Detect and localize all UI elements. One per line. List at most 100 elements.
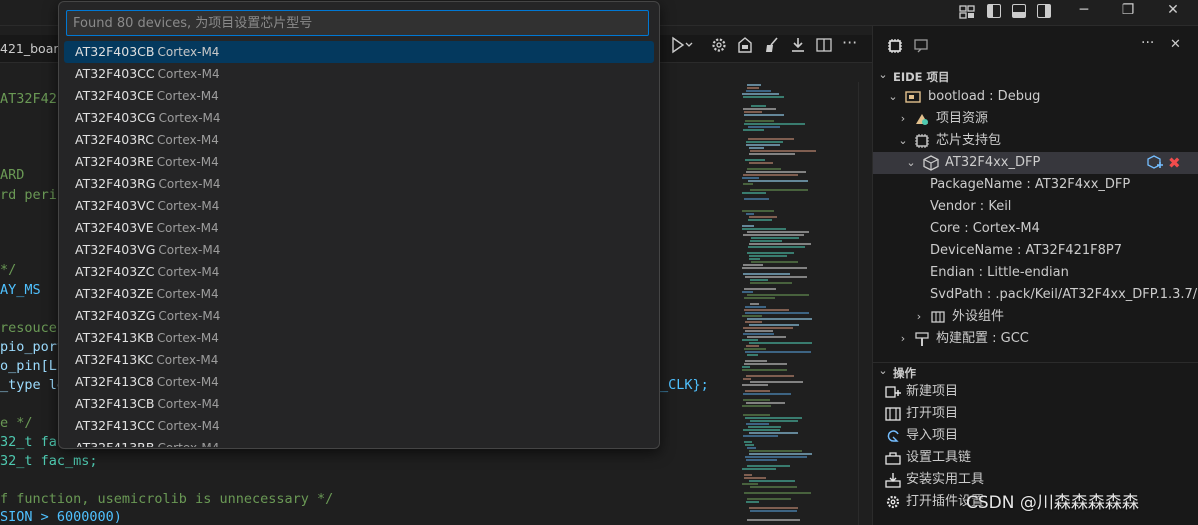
minimap-line — [747, 447, 756, 449]
device-list-item[interactable]: AT32F413CB Cortex-M4 — [64, 393, 654, 415]
device-list-item[interactable]: AT32F413CC Cortex-M4 — [64, 415, 654, 437]
device-list-scrollbar[interactable] — [651, 41, 659, 447]
op-import-project[interactable]: 导入项目 — [873, 425, 1198, 447]
minimap-line — [746, 171, 806, 173]
minimap-line — [746, 375, 794, 377]
more-actions-icon[interactable]: ··· — [842, 35, 860, 54]
device-search-input[interactable] — [66, 10, 649, 36]
eide-section-title[interactable]: EIDE 项目 — [893, 69, 950, 85]
device-name: AT32F403CE — [75, 88, 154, 103]
tree-project[interactable]: ⌄ bootload : Debug — [873, 86, 1198, 108]
minimap-line — [747, 87, 759, 89]
tree-chip-support[interactable]: ⌄ 芯片支持包 — [873, 130, 1198, 152]
build-icon[interactable] — [736, 36, 754, 54]
op-set-toolchain[interactable]: 设置工具链 — [873, 447, 1198, 469]
download-icon[interactable] — [789, 36, 807, 54]
minimap-line — [742, 468, 776, 470]
tree-vendor[interactable]: Vendor : Keil — [873, 196, 1198, 218]
device-list-item[interactable]: AT32F413KC Cortex-M4 — [64, 349, 654, 371]
device-list-item[interactable]: AT32F403CE Cortex-M4 — [64, 85, 654, 107]
device-list-item[interactable]: AT32F403RC Cortex-M4 — [64, 129, 654, 151]
tree-dfp[interactable]: ⌄ AT32F4xx_DFP ✖ — [873, 152, 1198, 174]
device-core: Cortex-M4 — [158, 177, 221, 191]
close-sidebar-icon[interactable]: ✕ — [1170, 37, 1181, 52]
tree-core[interactable]: Core : Cortex-M4 — [873, 218, 1198, 240]
hammer-icon — [914, 331, 930, 347]
install-package-icon[interactable] — [1147, 155, 1163, 171]
device-list-item[interactable]: AT32F403CG Cortex-M4 — [64, 107, 654, 129]
restore-icon[interactable]: ❐ — [1118, 2, 1138, 18]
chip-support-label: 芯片支持包 — [936, 133, 1002, 148]
delete-icon[interactable]: ✖ — [1168, 152, 1184, 172]
editor-scrollbar[interactable] — [858, 82, 872, 525]
device-core: Cortex-M4 — [157, 199, 220, 213]
run-debug-icon[interactable] — [671, 36, 693, 54]
minimap-line — [743, 327, 793, 329]
op-label: 新建项目 — [906, 384, 959, 399]
toggle-panel-icon[interactable] — [1012, 4, 1026, 18]
minimap-line — [744, 492, 811, 494]
endian-label: Endian : Little-endian — [930, 265, 1069, 280]
device-list-item[interactable]: AT32F403ZG Cortex-M4 — [64, 305, 654, 327]
chip-icon[interactable] — [886, 38, 904, 54]
section-divider — [873, 362, 1198, 363]
device-core: Cortex-M4 — [157, 265, 220, 279]
device-name: AT32F403CB — [75, 44, 155, 59]
minimap-line — [744, 114, 784, 116]
device-list-item[interactable]: AT32F403VE Cortex-M4 — [64, 217, 654, 239]
minimap-line — [744, 309, 789, 311]
ops-section-title[interactable]: 操作 — [893, 365, 916, 381]
tree-project-resources[interactable]: › 项目资源 — [873, 108, 1198, 130]
more-actions-icon[interactable]: ··· — [1141, 35, 1154, 51]
minimap-line — [742, 483, 758, 485]
tree-peripherals[interactable]: › 外设组件 — [873, 306, 1198, 328]
minimap-line — [749, 480, 795, 482]
device-list-item[interactable]: AT32F403ZE Cortex-M4 — [64, 283, 654, 305]
device-list-item[interactable]: AT32F413C8 Cortex-M4 — [64, 371, 654, 393]
device-list-item[interactable]: AT32F403ZC Cortex-M4 — [64, 261, 654, 283]
minimap-line — [743, 429, 780, 431]
device-name: AT32F403ZC — [75, 264, 155, 279]
tree-build-config[interactable]: › 构建配置 : GCC — [873, 328, 1198, 350]
op-new-project[interactable]: 新建项目 — [873, 381, 1198, 403]
tree-device-name[interactable]: DeviceName : AT32F421F8P7 — [873, 240, 1198, 262]
tree-endian[interactable]: Endian : Little-endian — [873, 262, 1198, 284]
split-editor-icon[interactable] — [815, 36, 833, 54]
toggle-primary-sidebar-icon[interactable] — [987, 4, 1001, 18]
device-list-item[interactable]: AT32F403RE Cortex-M4 — [64, 151, 654, 173]
tree-package-name[interactable]: PackageName : AT32F4xx_DFP — [873, 174, 1198, 196]
remote-icon[interactable] — [913, 38, 931, 54]
code-line: AY_MS — [0, 282, 41, 298]
chevron-down-icon[interactable]: ⌄ — [877, 68, 889, 82]
device-core: Cortex-M4 — [158, 309, 221, 323]
device-list-item[interactable]: AT32F403VG Cortex-M4 — [64, 239, 654, 261]
device-name: AT32F403CG — [75, 110, 156, 125]
minimap-line — [749, 153, 795, 155]
toggle-secondary-sidebar-icon[interactable] — [1037, 4, 1051, 18]
device-list-item[interactable]: AT32F413RBCortex-M4 — [64, 437, 654, 447]
minimize-icon[interactable]: ─ — [1074, 2, 1094, 18]
eide-sidebar: ··· ✕ ⌄ EIDE 项目 ⌄ bootload : Debug › 项目资… — [872, 26, 1198, 525]
device-name: AT32F413CC — [75, 418, 155, 433]
device-list-item[interactable]: AT32F403RG Cortex-M4 — [64, 173, 654, 195]
code-line: SION > 6000000) — [0, 509, 122, 525]
device-list-item[interactable]: AT32F403CC Cortex-M4 — [64, 63, 654, 85]
device-list-item[interactable]: AT32F413KB Cortex-M4 — [64, 327, 654, 349]
device-quick-pick: AT32F403CBCortex-M4AT32F403CCCortex-M4AT… — [58, 1, 660, 449]
device-name: AT32F403RE — [75, 154, 154, 169]
close-window-icon[interactable]: ✕ — [1163, 2, 1183, 18]
device-list-item[interactable]: AT32F403VC Cortex-M4 — [64, 195, 654, 217]
chevron-down-icon[interactable]: ⌄ — [877, 364, 889, 378]
minimap-line — [747, 231, 809, 233]
gear-icon[interactable] — [710, 36, 728, 54]
peripherals-label: 外设组件 — [952, 309, 1005, 324]
clean-icon[interactable] — [763, 36, 781, 54]
customize-layout-icon[interactable] — [959, 5, 975, 19]
op-open-project[interactable]: 打开项目 — [873, 403, 1198, 425]
minimap[interactable] — [742, 82, 832, 525]
device-name: AT32F403ZG — [75, 308, 156, 323]
tree-svd-path[interactable]: SvdPath : .pack/Keil/AT32F4xx_DFP.1.3.7/… — [873, 284, 1198, 306]
device-list: AT32F403CB Cortex-M4 AT32F403CC Cortex-M4 AT… — [64, 41, 656, 447]
device-core: Cortex-M4 — [157, 441, 219, 447]
device-list-item[interactable]: AT32F403CB Cortex-M4 — [64, 41, 654, 63]
